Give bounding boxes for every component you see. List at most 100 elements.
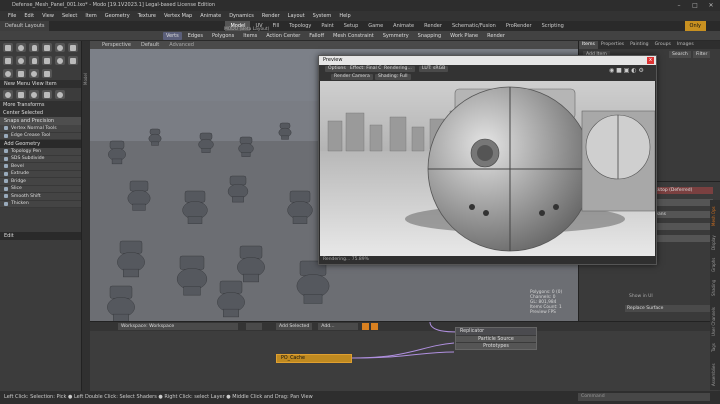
vtab-tags[interactable]: Tags (711, 338, 717, 352)
minimize-button[interactable]: – (672, 1, 686, 10)
vtab-mesh-ops[interactable]: Mesh Ops (711, 202, 717, 226)
scale-icon[interactable] (29, 69, 39, 78)
plane-icon[interactable] (68, 43, 78, 52)
verts-button[interactable]: Verts (163, 31, 182, 40)
particle-source-port[interactable]: Particle Source (456, 335, 536, 342)
move-icon[interactable] (3, 69, 13, 78)
menu-file[interactable]: File (8, 11, 16, 21)
tab-items[interactable]: Items (579, 41, 598, 49)
tab-properties[interactable]: Properties (598, 41, 627, 49)
menu-layout[interactable]: Layout (288, 11, 305, 21)
vtab-display[interactable]: Display (711, 228, 717, 250)
torus-icon[interactable] (3, 56, 13, 65)
menu-help[interactable]: Help (339, 11, 350, 21)
tab-render[interactable]: Render (419, 21, 447, 31)
tab-game[interactable]: Game (363, 21, 388, 31)
tab-fill[interactable]: Fill (268, 21, 285, 31)
falloff-button[interactable]: Falloff (306, 32, 327, 40)
preview-window[interactable]: Preview x Options Effect: Final C... Ren… (318, 55, 657, 265)
menu-dynamics[interactable]: Dynamics (229, 11, 254, 21)
disc-icon[interactable] (16, 56, 26, 65)
thicken-button[interactable]: Thicken (0, 200, 81, 208)
mesh-constraint-button[interactable]: Mesh Constraint (330, 32, 377, 40)
tower-object[interactable] (296, 260, 330, 304)
edge-crease-tool-button[interactable]: Edge Crease Tool (0, 132, 81, 140)
tower-object[interactable] (117, 240, 145, 278)
close-button[interactable]: ✕ (704, 1, 718, 10)
menu-edit[interactable]: Edit (24, 11, 34, 21)
tower-object[interactable] (127, 180, 151, 211)
command-input[interactable]: Command (578, 393, 710, 401)
tab-setup[interactable]: Setup (339, 21, 364, 31)
preview-camera-dropdown[interactable]: Render Camera (331, 74, 373, 80)
smooth-icon[interactable] (42, 90, 52, 99)
ellipsoid-icon[interactable] (55, 56, 65, 65)
menu-render[interactable]: Render (262, 11, 280, 21)
transform-icon[interactable] (42, 69, 52, 78)
cube-icon[interactable] (3, 43, 13, 52)
menu-select[interactable]: Select (62, 11, 77, 21)
prototypes-port[interactable]: Prototypes (456, 342, 536, 349)
only-button[interactable]: Only (684, 21, 706, 31)
tube-icon[interactable] (29, 56, 39, 65)
tower-object[interactable] (176, 255, 208, 296)
preview-tool-icons[interactable]: ◉ ■ ▣ ◐ ⚙ (609, 67, 644, 74)
tab-painting[interactable]: Painting (627, 41, 651, 49)
action-center-button[interactable]: Action Center (263, 32, 303, 40)
tower-object[interactable] (107, 285, 135, 321)
rotate-icon[interactable] (16, 69, 26, 78)
maximize-button[interactable]: □ (688, 1, 702, 10)
tower-object[interactable] (227, 175, 249, 203)
menu-texture[interactable]: Texture (138, 11, 156, 21)
node-editor[interactable]: Workspace: Workspace Add Selected Add...… (90, 321, 718, 391)
edges-button[interactable]: Edges (185, 32, 206, 40)
tower-object[interactable] (198, 132, 214, 153)
preview-lut-dropdown[interactable]: LUT: sRGB (419, 66, 449, 72)
tower-object[interactable] (278, 122, 292, 140)
tab-animate[interactable]: Animate (388, 21, 419, 31)
layout-dropdown[interactable]: Default Layouts (0, 21, 50, 31)
tower-object[interactable] (108, 140, 126, 165)
vtab-user-channels[interactable]: User Channels (711, 298, 717, 336)
items-button[interactable]: Items (240, 32, 260, 40)
selection-icon[interactable] (3, 90, 13, 99)
tab-paint[interactable]: Paint (316, 21, 338, 31)
view-type[interactable]: Perspective (102, 42, 131, 48)
show-in-ui-checkbox[interactable]: Show in UI (627, 293, 713, 300)
more-transforms-header[interactable]: More Transforms (0, 101, 81, 109)
preview-rendering-button[interactable]: Rendering... (381, 66, 415, 72)
wedge-icon[interactable] (42, 56, 52, 65)
preview-title-bar[interactable]: Preview x (319, 56, 656, 65)
polygons-button[interactable]: Polygons (209, 32, 237, 40)
menu-vertex-map[interactable]: Vertex Map (164, 11, 192, 21)
filter-button[interactable]: Filter (693, 51, 711, 58)
flex-icon[interactable] (55, 90, 65, 99)
menu-view[interactable]: View (42, 11, 54, 21)
vtab-shading[interactable]: Shading (711, 274, 717, 296)
view-mode[interactable]: Advanced (169, 42, 194, 48)
sphere-icon[interactable] (16, 43, 26, 52)
cone-icon[interactable] (42, 43, 52, 52)
tower-object[interactable] (148, 128, 162, 146)
tower-object[interactable] (182, 190, 208, 224)
tab-groups[interactable]: Groups (652, 41, 674, 49)
menu-geometry[interactable]: Geometry (105, 11, 130, 21)
view-label[interactable]: New Menu View Item (0, 80, 81, 88)
menu-animate[interactable]: Animate (200, 11, 221, 21)
tab-images[interactable]: Images (674, 41, 697, 49)
element-move-icon[interactable] (16, 90, 26, 99)
tower-object[interactable] (287, 190, 313, 224)
tab-topology[interactable]: Topology (284, 21, 316, 31)
vtab-assemblies[interactable]: Assemblies (711, 354, 717, 386)
tab-schematic-fusion[interactable]: Schematic/Fusion (447, 21, 501, 31)
tower-object[interactable] (237, 245, 265, 283)
vtab-modeling[interactable]: Model (83, 45, 89, 85)
tab-scripting[interactable]: Scripting (537, 21, 569, 31)
tab-prorender[interactable]: ProRender (501, 21, 537, 31)
po-cache-node[interactable]: PO_Cache (276, 354, 352, 363)
work-plane-button[interactable]: Work Plane (447, 32, 481, 40)
tower-object[interactable] (238, 136, 254, 157)
replace-surface-button[interactable]: Replace Surface (625, 305, 711, 312)
preview-shading-dropdown[interactable]: Shading: Full (375, 74, 411, 80)
text-icon[interactable] (68, 56, 78, 65)
